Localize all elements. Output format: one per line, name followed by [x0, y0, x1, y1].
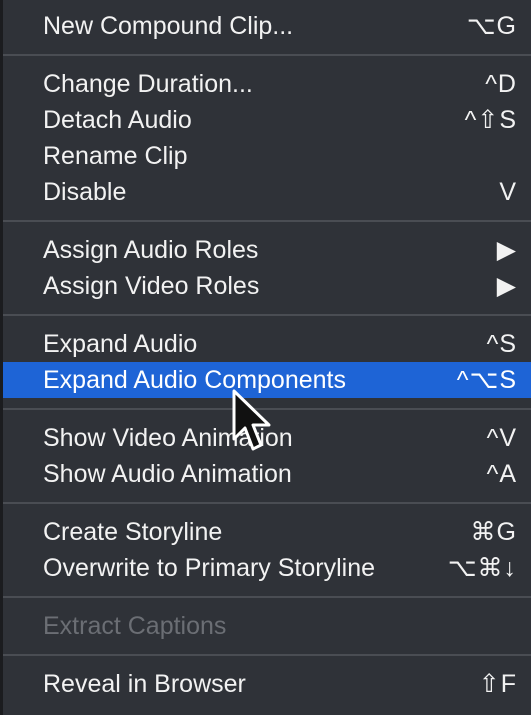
shortcut-label: ^⇧S	[464, 106, 517, 134]
menu-item-assign-audio-roles[interactable]: Assign Audio Roles ▶	[3, 232, 531, 268]
menu-separator	[3, 314, 531, 316]
menu-item-detach-audio[interactable]: Detach Audio ^⇧S	[3, 102, 531, 138]
menu-item-show-audio-animation[interactable]: Show Audio Animation ^A	[3, 456, 531, 492]
menu-item-extract-captions: Extract Captions	[3, 608, 531, 644]
menu-item-label: Detach Audio	[43, 105, 192, 134]
menu-item-label: Assign Audio Roles	[43, 235, 259, 264]
shortcut-label: ^⌥S	[456, 366, 517, 394]
shortcut-label: ^V	[486, 423, 517, 452]
menu-item-rename-clip[interactable]: Rename Clip	[3, 138, 531, 174]
menu-item-create-storyline[interactable]: Create Storyline ⌘G	[3, 514, 531, 550]
shortcut-label: ^S	[486, 329, 517, 358]
shortcut-label: ⌘G	[470, 518, 517, 546]
menu-item-label: Show Video Animation	[43, 423, 293, 452]
menu-item-label: Extract Captions	[43, 611, 227, 640]
menu-separator	[3, 654, 531, 656]
menu-item-label: Expand Audio	[43, 329, 198, 358]
menu-item-label: Expand Audio Components	[43, 365, 346, 394]
menu-separator	[3, 220, 531, 222]
menu-item-disable[interactable]: Disable V	[3, 174, 531, 210]
shortcut-label: ⌥⌘↓	[447, 554, 517, 582]
menu-item-overwrite-to-primary-storyline[interactable]: Overwrite to Primary Storyline ⌥⌘↓	[3, 550, 531, 586]
menu-item-label: Change Duration...	[43, 69, 253, 98]
menu-item-label: New Compound Clip...	[43, 11, 294, 40]
shortcut-label: ^A	[486, 459, 517, 488]
menu-separator	[3, 502, 531, 504]
menu-item-assign-video-roles[interactable]: Assign Video Roles ▶	[3, 268, 531, 304]
context-menu: New Compound Clip... ⌥G Change Duration.…	[0, 0, 531, 715]
menu-item-new-compound-clip[interactable]: New Compound Clip... ⌥G	[3, 8, 531, 44]
shortcut-label: ⌥G	[466, 12, 517, 40]
menu-item-reveal-in-browser[interactable]: Reveal in Browser ⇧F	[3, 666, 531, 702]
menu-separator	[3, 408, 531, 410]
menu-item-label: Create Storyline	[43, 517, 223, 546]
submenu-arrow-icon: ▶	[496, 272, 517, 300]
menu-item-label: Reveal in Browser	[43, 669, 246, 698]
menu-item-change-duration[interactable]: Change Duration... ^D	[3, 66, 531, 102]
menu-item-label: Rename Clip	[43, 141, 188, 170]
menu-item-expand-audio-components[interactable]: Expand Audio Components ^⌥S	[3, 362, 531, 398]
menu-item-label: Disable	[43, 177, 127, 206]
menu-item-label: Assign Video Roles	[43, 271, 260, 300]
shortcut-label: ⇧F	[478, 670, 517, 698]
shortcut-label: ^D	[485, 69, 517, 98]
menu-item-label: Show Audio Animation	[43, 459, 292, 488]
menu-item-expand-audio[interactable]: Expand Audio ^S	[3, 326, 531, 362]
shortcut-label: V	[499, 177, 517, 206]
menu-item-show-video-animation[interactable]: Show Video Animation ^V	[3, 420, 531, 456]
menu-item-label: Overwrite to Primary Storyline	[43, 553, 376, 582]
menu-separator	[3, 54, 531, 56]
menu-separator	[3, 596, 531, 598]
submenu-arrow-icon: ▶	[496, 236, 517, 264]
